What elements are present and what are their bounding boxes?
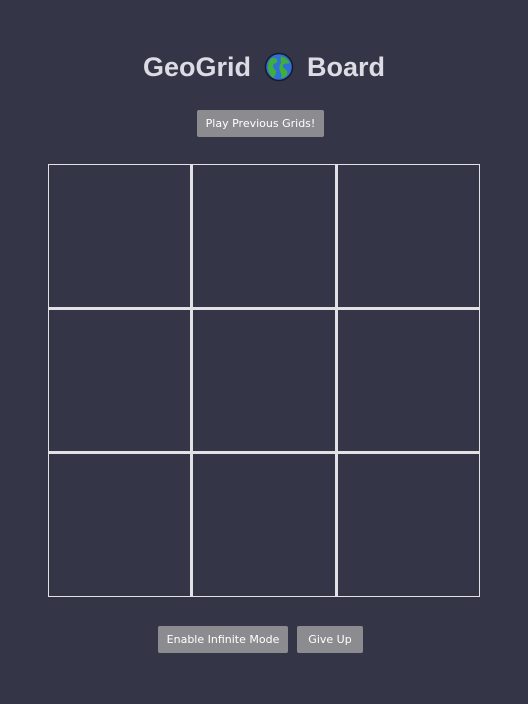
grid-cell-3-2[interactable] (193, 454, 335, 596)
grid-cell-2-1[interactable] (49, 309, 191, 452)
grid-cell-3-1[interactable] (49, 454, 191, 596)
give-up-button[interactable]: Give Up (297, 626, 363, 653)
game-grid (48, 164, 480, 597)
title-left-text: GeoGrid (142, 51, 251, 82)
page-title: GeoGrid Board (0, 47, 528, 87)
play-previous-grids-button[interactable]: Play Previous Grids! (197, 110, 324, 137)
grid-cell-1-1[interactable] (49, 165, 191, 307)
grid-cell-1-3[interactable] (337, 165, 479, 307)
game-page: GeoGrid Board Play Previous Grids! Enabl… (0, 0, 528, 704)
grid-cell-1-2[interactable] (193, 165, 335, 307)
grid-cell-2-3[interactable] (337, 309, 479, 452)
grid-cell-2-2[interactable] (193, 309, 335, 452)
globe-icon (264, 52, 294, 82)
grid-cell-3-3[interactable] (337, 454, 479, 596)
title-right-text: Board (307, 51, 386, 82)
enable-infinite-mode-button[interactable]: Enable Infinite Mode (158, 626, 288, 653)
